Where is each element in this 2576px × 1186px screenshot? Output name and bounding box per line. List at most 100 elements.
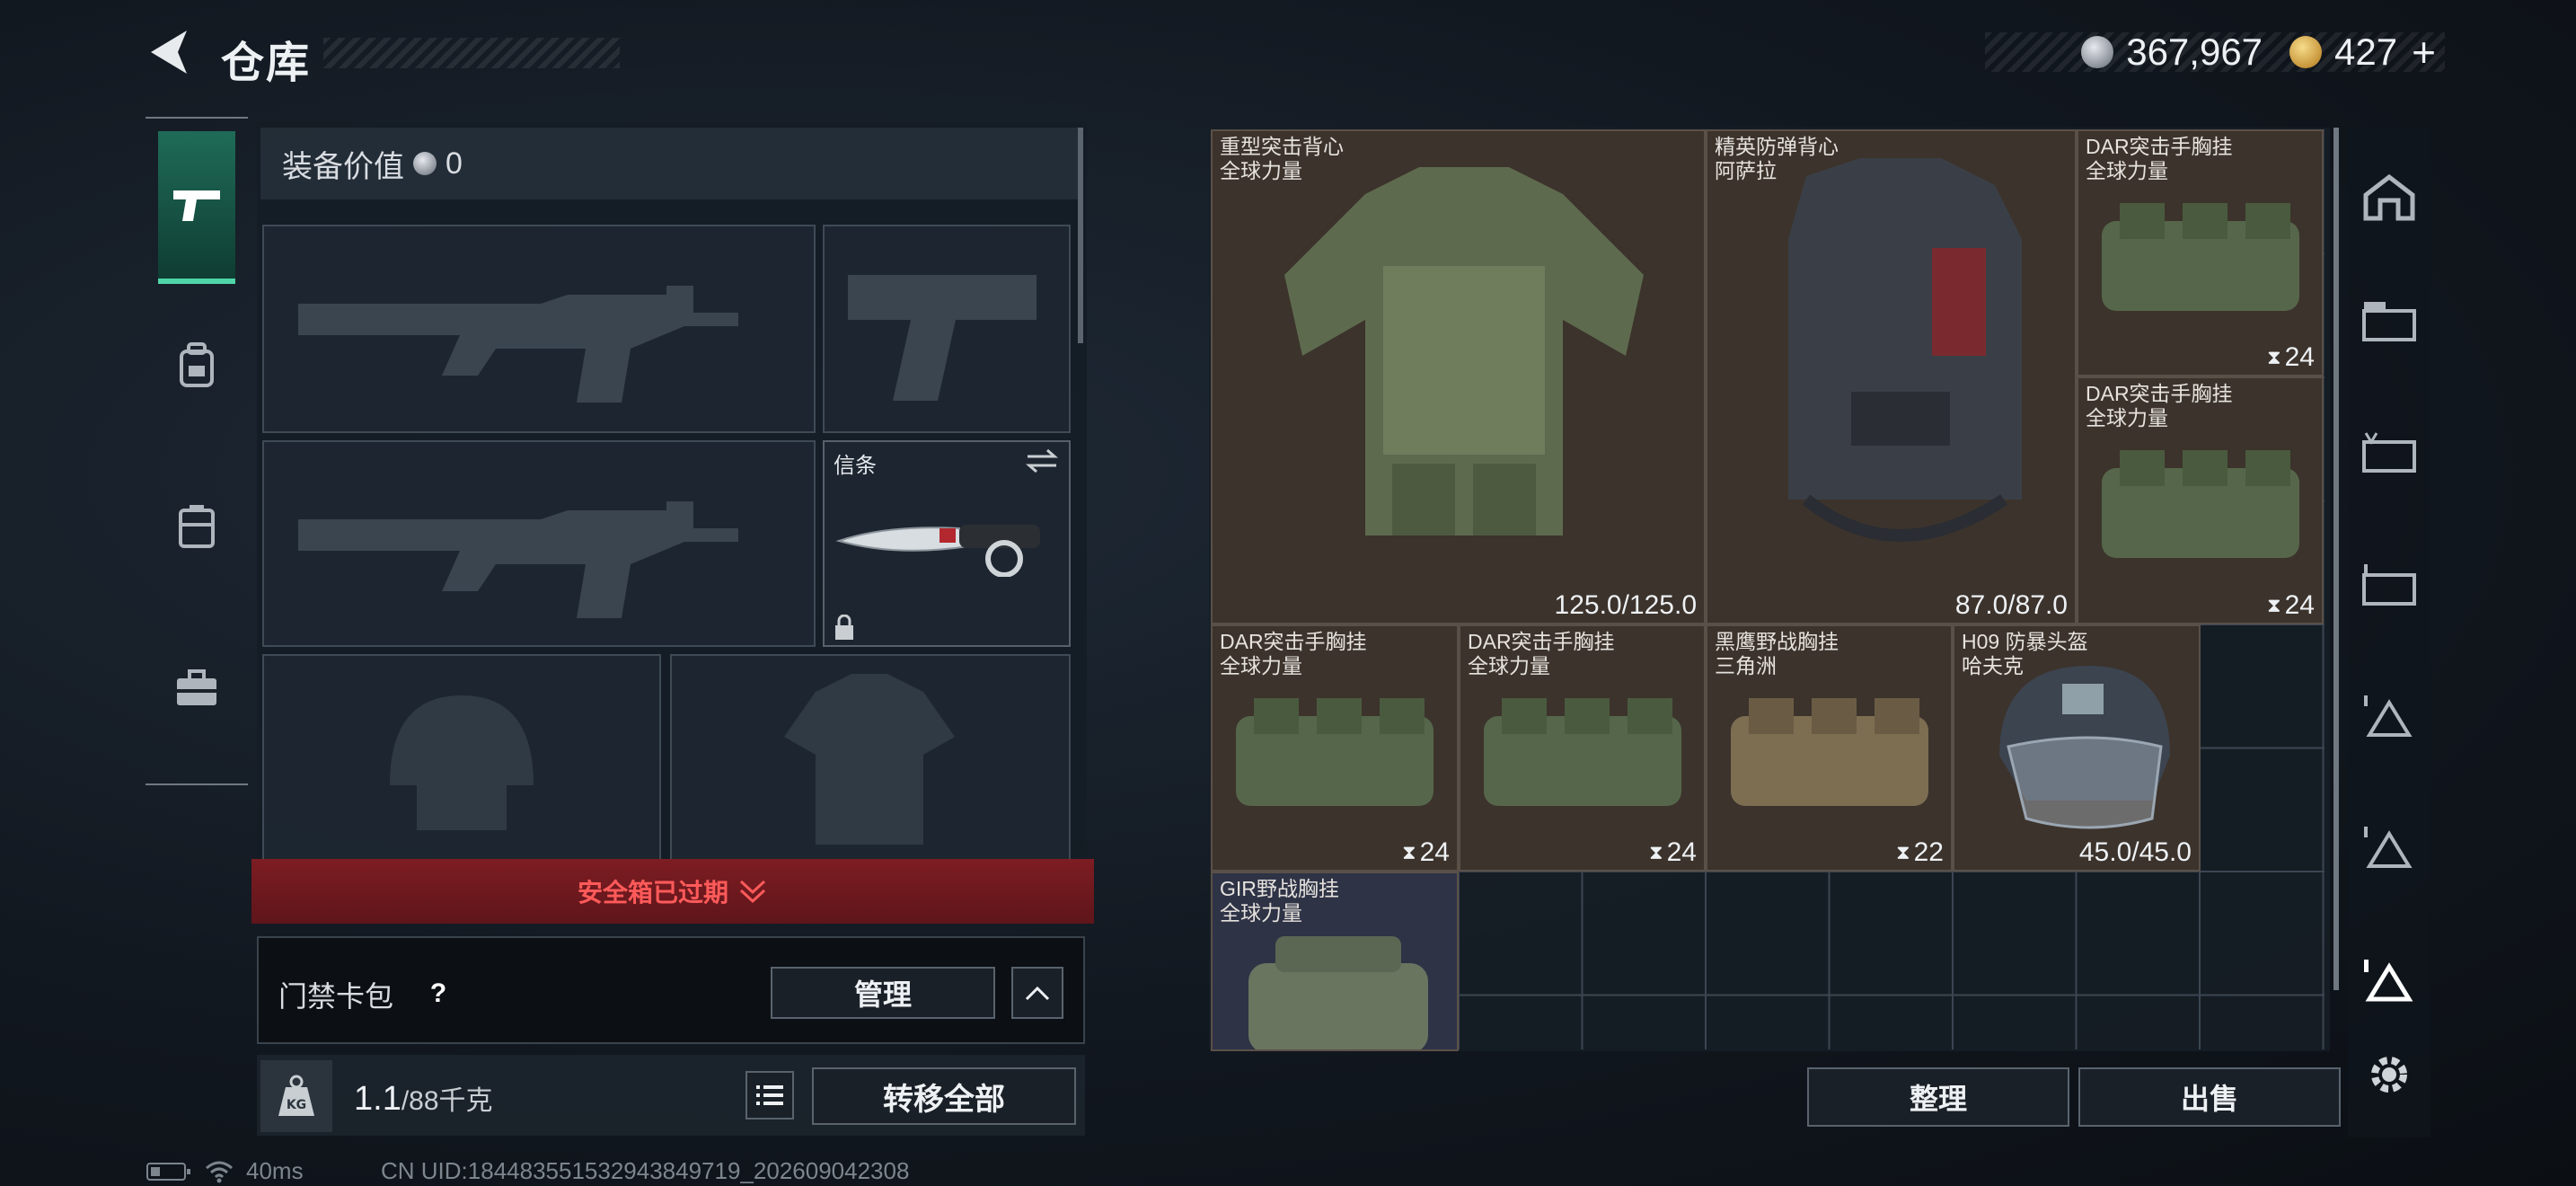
level-storage-icon xyxy=(2364,827,2413,868)
tab-stash-page-4c[interactable] xyxy=(2355,805,2423,895)
stash-item[interactable]: DAR突击手胸挂 全球力量 ⧗ 24 xyxy=(2077,129,2324,376)
add-currency-button[interactable]: + xyxy=(2412,28,2436,76)
ping-value: 40ms xyxy=(246,1157,304,1184)
gear-icon xyxy=(2371,1057,2407,1093)
stash-item[interactable]: GIR野战胸挂 全球力量 xyxy=(1211,872,1459,1051)
assault-vest-image xyxy=(1284,167,1644,535)
stash-scrollbar[interactable] xyxy=(2333,128,2339,990)
stash-item[interactable]: 黑鹰野战胸挂 三角洲 ⧗ 22 xyxy=(1706,624,1953,872)
safe-box-status: 安全箱已过期 xyxy=(577,879,728,907)
item-name: DAR突击手胸挂 全球力量 xyxy=(1220,630,1367,677)
weight-readout: 1.1/88千克 xyxy=(354,1078,493,1119)
loadout-scrollbar[interactable] xyxy=(1078,128,1083,343)
gold-coin-icon xyxy=(2289,36,2323,68)
page-title: 仓库 xyxy=(221,40,312,87)
user-uid: CN UID:18448355153294384​9719_2026090423… xyxy=(381,1157,910,1184)
currency-bar: 367,967 427 + xyxy=(1985,29,2445,75)
silver-coin-icon xyxy=(413,152,437,175)
gt-storage-icon xyxy=(2362,302,2416,341)
tab-weapons[interactable] xyxy=(158,131,235,284)
item-name: DAR突击手胸挂 全球力量 xyxy=(1468,630,1615,677)
melee-slot-label: 信条 xyxy=(834,454,877,478)
item-name: 黑鹰野战胸挂 三角洲 xyxy=(1715,630,1839,677)
weight-icon: KG xyxy=(260,1060,332,1132)
chest-rig-image xyxy=(1236,698,1434,806)
tab-stash-page-4a[interactable] xyxy=(2355,543,2423,633)
chest-rig-image xyxy=(1484,698,1681,806)
chest-rig-image xyxy=(2102,450,2299,558)
help-button[interactable]: ? xyxy=(419,974,458,1013)
sort-button[interactable]: 整理 xyxy=(1807,1067,2069,1127)
secondary-weapon-slot[interactable] xyxy=(262,440,816,647)
tab-stash-overview[interactable] xyxy=(2355,153,2423,243)
loadout-category-tabs xyxy=(146,117,248,785)
briefcase-icon xyxy=(177,669,216,705)
elite-vest-image xyxy=(1788,158,2022,542)
stash-item[interactable]: DAR突击手胸挂 全球力量 ⧗ 24 xyxy=(2077,376,2324,624)
stash-item[interactable]: 重型突击背心 全球力量 125.0/125.0 xyxy=(1211,129,1706,624)
body-armor-slot[interactable] xyxy=(670,654,1071,861)
item-capacity: ⧗ 24 xyxy=(1402,837,1450,867)
list-view-button[interactable] xyxy=(745,1071,794,1120)
pistol-icon xyxy=(173,190,220,221)
chest-rig-image xyxy=(2102,203,2299,311)
list-icon xyxy=(756,1085,783,1105)
stash-item[interactable]: DAR突击手胸挂 全球力量 ⧗ 24 xyxy=(1459,624,1706,872)
sell-button[interactable]: 出售 xyxy=(2078,1067,2341,1127)
item-capacity: ⧗ 24 xyxy=(1649,837,1697,867)
level-storage-icon xyxy=(2362,432,2416,473)
keycard-case-label: 门禁卡包 xyxy=(278,980,394,1013)
chevron-double-down-icon xyxy=(739,880,766,904)
item-capacity: ⧗ 22 xyxy=(1896,837,1944,867)
item-durability: 87.0/87.0 xyxy=(1954,590,2068,620)
item-name: DAR突击手胸挂 全球力量 xyxy=(2086,135,2233,182)
rifle-silhouette-icon xyxy=(298,501,738,618)
tab-stash-page-gt[interactable] xyxy=(2355,279,2423,368)
title-decoration xyxy=(323,38,620,68)
stash-item[interactable]: 精英防弹背心 阿萨拉 87.0/87.0 xyxy=(1706,129,2077,624)
helmet-slot[interactable] xyxy=(262,654,661,861)
gold-currency-value: 427 xyxy=(2334,31,2398,73)
weight-current: 1.1 xyxy=(354,1080,401,1118)
chest-rig-image xyxy=(1731,698,1928,806)
primary-weapon-slot[interactable] xyxy=(262,225,816,433)
settings-button[interactable] xyxy=(2355,1030,2423,1120)
tab-stash-page-5[interactable] xyxy=(2355,410,2423,500)
weight-max: /88千克 xyxy=(401,1086,493,1116)
level-storage-icon xyxy=(2364,695,2413,737)
stash-item[interactable]: DAR突击手胸挂 全球力量 ⧗ 24 xyxy=(1211,624,1459,872)
level-storage-icon xyxy=(2362,564,2416,606)
lock-icon xyxy=(835,615,853,640)
silver-coin-icon xyxy=(2081,36,2114,68)
equipment-value-bar: 装备价值 0 xyxy=(260,128,1078,199)
item-name: GIR野战胸挂 全球力量 xyxy=(1220,877,1339,925)
item-durability: 125.0/125.0 xyxy=(1554,590,1697,620)
tab-stash-page-4d-active[interactable] xyxy=(2355,938,2423,1028)
stash-item[interactable]: H09 防暴头盔 哈夫克 45.0/45.0 xyxy=(1953,624,2201,872)
tab-chest-rig[interactable] xyxy=(158,451,235,604)
melee-slot[interactable]: 信条 xyxy=(823,440,1071,647)
transfer-all-button[interactable]: 转移全部 xyxy=(812,1067,1076,1125)
riot-helmet-image xyxy=(1999,666,2170,829)
item-capacity: ⧗ 24 xyxy=(2267,342,2315,372)
helmet-silhouette-icon xyxy=(390,695,534,830)
tab-backpack[interactable] xyxy=(158,289,235,442)
tab-stash-page-4b[interactable] xyxy=(2355,674,2423,764)
swap-icon[interactable] xyxy=(1024,447,1060,474)
item-capacity: ⧗ 24 xyxy=(2267,590,2315,620)
equipment-value-label: 装备价值 xyxy=(282,149,404,184)
back-arrow-icon[interactable] xyxy=(144,25,198,79)
weight-icon-label: KG xyxy=(287,1098,306,1112)
knife-icon xyxy=(835,525,1040,577)
manage-button[interactable]: 管理 xyxy=(771,967,995,1019)
stash-home-icon xyxy=(2363,173,2415,221)
item-name: DAR突击手胸挂 全球力量 xyxy=(2086,382,2233,429)
armor-silhouette-icon xyxy=(784,674,955,845)
safe-box-expired-banner[interactable]: 安全箱已过期 xyxy=(251,859,1094,924)
field-rig-image xyxy=(1248,936,1428,1049)
silver-currency-value: 367,967 xyxy=(2126,31,2263,73)
collapse-button[interactable] xyxy=(1011,967,1063,1019)
device-status: 40ms xyxy=(146,1157,304,1185)
tab-case[interactable] xyxy=(158,613,235,766)
sidearm-slot[interactable] xyxy=(823,225,1071,433)
